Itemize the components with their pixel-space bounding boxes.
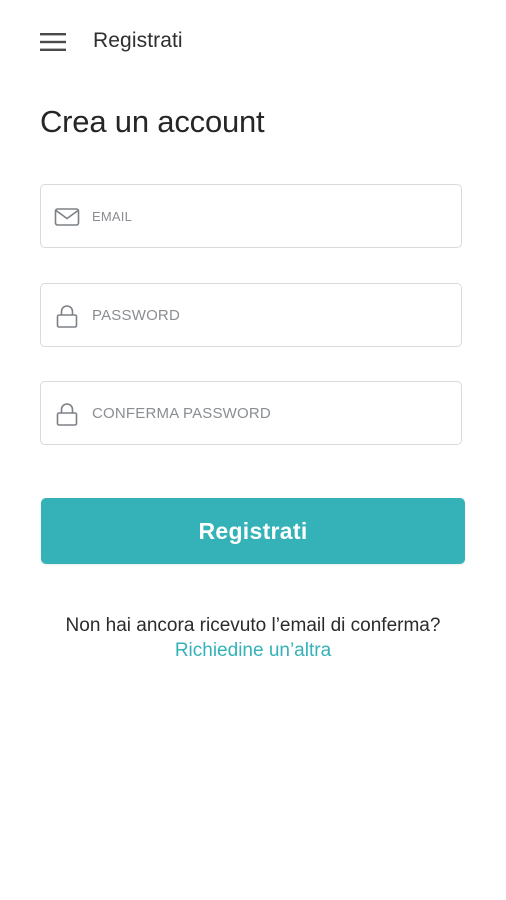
- register-screen: Registrati Crea un account Re: [0, 0, 506, 900]
- password-input[interactable]: [92, 284, 452, 346]
- hamburger-menu-icon[interactable]: [40, 33, 66, 51]
- envelope-icon: [54, 205, 80, 229]
- email-input[interactable]: [92, 185, 452, 247]
- page-title: Crea un account: [40, 104, 265, 139]
- lock-icon: [54, 402, 80, 426]
- top-app-bar: Registrati: [0, 0, 506, 84]
- confirm-password-input[interactable]: [92, 382, 452, 444]
- email-field[interactable]: [40, 184, 462, 248]
- resend-confirmation-link[interactable]: Richiedine un’altra: [175, 640, 331, 661]
- resend-link-row: Richiedine un’altra: [0, 640, 506, 662]
- register-button[interactable]: Registrati: [41, 498, 465, 564]
- app-bar-title: Registrati: [93, 29, 183, 52]
- password-field[interactable]: [40, 283, 462, 347]
- resend-question: Non hai ancora ricevuto l’email di confe…: [65, 615, 441, 636]
- lock-icon: [54, 304, 80, 328]
- confirm-password-field[interactable]: [40, 381, 462, 445]
